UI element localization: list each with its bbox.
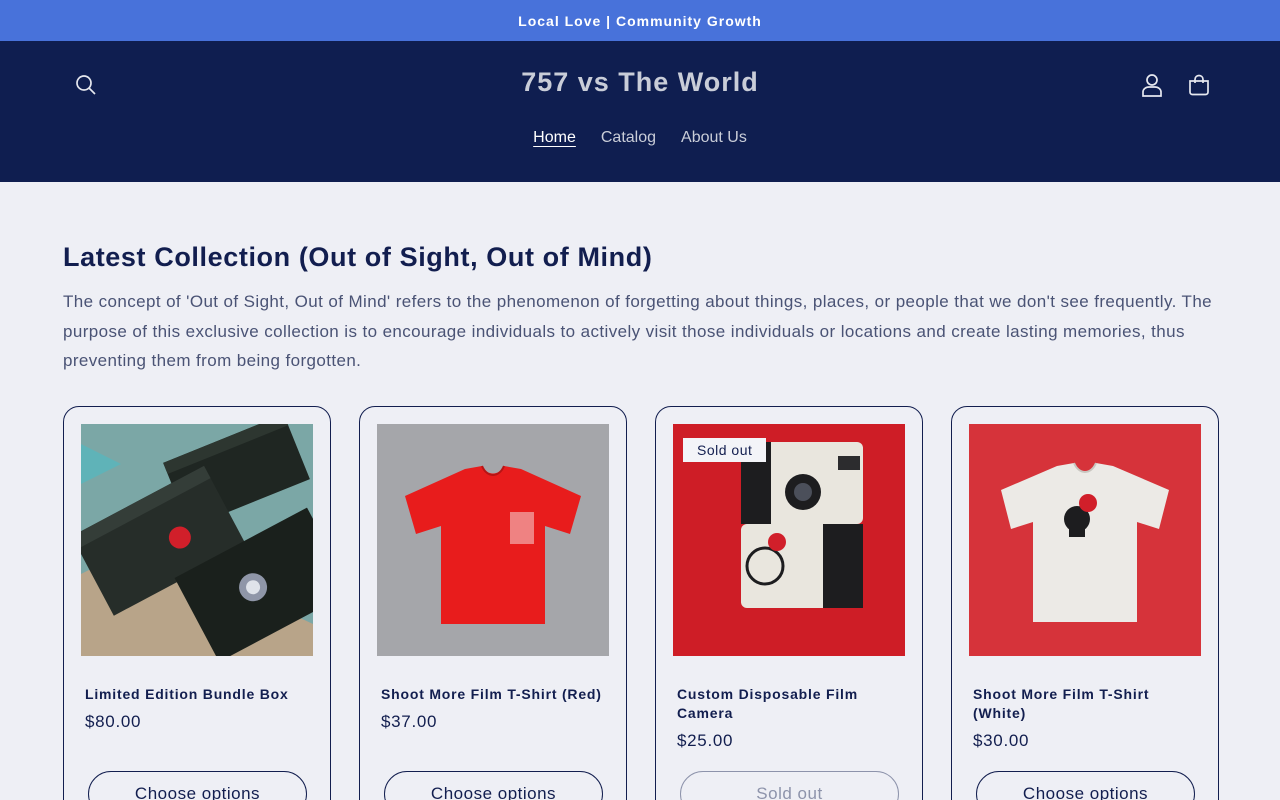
choose-options-button[interactable]: Choose options (88, 770, 307, 800)
product-title[interactable]: Limited Edition Bundle Box (81, 685, 313, 704)
nav-home[interactable]: Home (533, 129, 576, 147)
main-content: Latest Collection (Out of Sight, Out of … (0, 242, 1280, 800)
sold-out-badge: Sold out (683, 437, 767, 462)
sold-out-button: Sold out (680, 770, 899, 800)
product-title[interactable]: Shoot More Film T-Shirt (White) (969, 685, 1201, 723)
cart-icon (1189, 74, 1209, 96)
main-nav: Home Catalog About Us (0, 129, 1280, 147)
product-card[interactable]: Sold out Custom Disposable Film Camera $… (655, 405, 923, 800)
product-card[interactable]: Shoot More Film T-Shirt (Red) $37.00 Cho… (359, 405, 627, 800)
site-header: 757 vs The World Home Catalog About Us (0, 41, 1280, 182)
choose-options-button[interactable]: Choose options (384, 770, 603, 800)
product-card[interactable]: Shoot More Film T-Shirt (White) $30.00 C… (951, 405, 1219, 800)
product-price: $37.00 (381, 711, 438, 731)
announcement-text: Local Love | Community Growth (518, 12, 762, 29)
nav-catalog[interactable]: Catalog (601, 129, 656, 147)
collection-title: Latest Collection (Out of Sight, Out of … (63, 242, 653, 272)
announcement-bar: Local Love | Community Growth (0, 0, 1280, 41)
product-title[interactable]: Shoot More Film T-Shirt (Red) (377, 685, 609, 704)
choose-options-button[interactable]: Choose options (976, 770, 1195, 800)
product-grid: Limited Edition Bundle Box $80.00 Choose… (63, 405, 1219, 800)
nav-about-us[interactable]: About Us (681, 129, 747, 147)
product-image-disposable-camera[interactable]: Sold out (673, 423, 905, 656)
site-logo[interactable]: 757 vs The World (0, 67, 1280, 98)
account-button[interactable] (1136, 69, 1168, 101)
product-image-white-tshirt[interactable] (969, 423, 1201, 656)
product-price: $80.00 (85, 711, 142, 731)
product-image-bundle-box[interactable] (81, 423, 313, 656)
product-price: $30.00 (973, 730, 1030, 750)
account-icon (1142, 74, 1162, 97)
cart-button[interactable] (1183, 69, 1215, 101)
product-card[interactable]: Limited Edition Bundle Box $80.00 Choose… (63, 405, 331, 800)
collection-description: The concept of 'Out of Sight, Out of Min… (63, 292, 1213, 370)
product-price: $25.00 (677, 730, 734, 750)
product-title[interactable]: Custom Disposable Film Camera (673, 685, 905, 723)
product-image-red-tshirt[interactable] (377, 423, 609, 656)
